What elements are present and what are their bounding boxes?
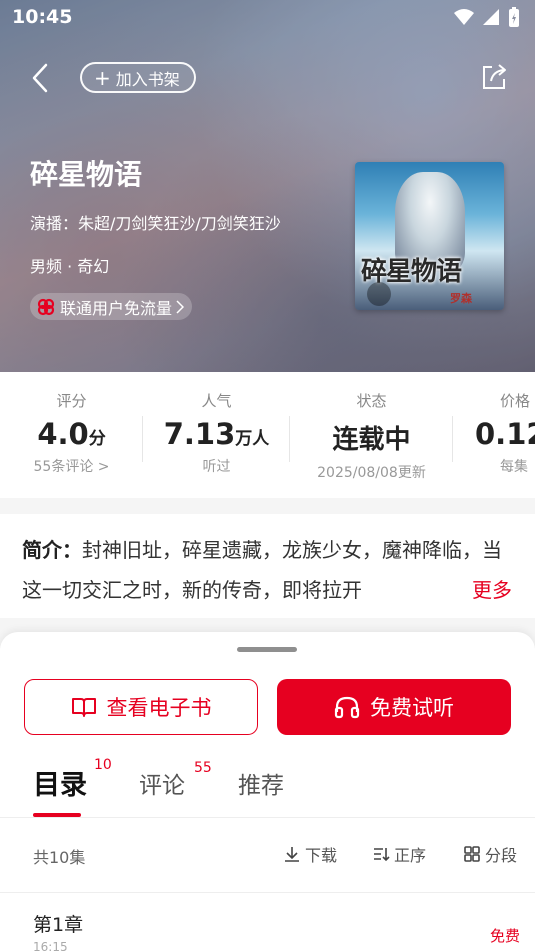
chapter-title: 第1章 xyxy=(33,914,84,936)
add-to-shelf-button[interactable]: + 加入书架 xyxy=(80,62,196,93)
book-title: 碎星物语 xyxy=(30,158,143,191)
wifi-icon xyxy=(454,9,474,25)
tab-catalog[interactable]: 目录 10 xyxy=(33,757,112,802)
intro-text: 封神旧址，碎星遗藏，龙族少女，魔神降临，当这一切交汇之时，新的传奇，即将拉开 xyxy=(22,538,502,602)
chapter-duration: 16:15 xyxy=(33,940,68,951)
stat-value: 连载中 xyxy=(332,425,411,455)
chevron-left-icon xyxy=(32,63,48,93)
intro-heading: 简介： xyxy=(22,538,82,562)
battery-icon xyxy=(509,7,519,27)
narrator-text: 演播：朱超/刀剑笑狂沙/刀剑笑狂沙 xyxy=(30,214,281,233)
stat-sub: 2025/08/08更新 xyxy=(317,465,426,481)
tab-comments[interactable]: 评论 55 xyxy=(139,760,212,800)
sort-order-button[interactable]: 正序 xyxy=(372,842,426,866)
stat-label: 价格 xyxy=(500,392,531,410)
stat-popularity: 人气 7.13万人 听过 xyxy=(143,372,290,498)
stat-price: 价格 0.12 每集 xyxy=(453,372,535,498)
book-icon xyxy=(71,698,96,717)
cover-author: 罗森 xyxy=(450,292,472,305)
book-header: 10:45 + 加入书架 碎星物语 演播：朱超/刀剑笑狂沙/刀剑笑狂沙 男频 ·… xyxy=(0,0,535,372)
sort-icon xyxy=(374,848,390,862)
free-listen-label: 免费试听 xyxy=(370,696,454,720)
cover-play-icon xyxy=(367,282,391,306)
status-icons xyxy=(453,6,521,28)
tab-badge: 55 xyxy=(194,760,212,776)
tab-badge: 10 xyxy=(94,757,112,773)
stats-row: 评分 4.0分 55条评论 > 人气 7.13万人 听过 状态 连载中 2025… xyxy=(0,372,535,498)
stat-value: 7.13万人 xyxy=(163,417,270,451)
stat-sub: 听过 xyxy=(202,459,231,475)
stat-sub: 55条评论 > xyxy=(33,459,110,475)
tab-bar: 目录 10 评论 55 推荐 xyxy=(0,750,535,818)
download-button[interactable]: 下载 xyxy=(283,842,337,866)
chapter-price-badge: 免费 xyxy=(489,927,520,945)
plus-icon: + xyxy=(94,65,111,90)
add-to-shelf-label: 加入书架 xyxy=(115,69,180,89)
status-time: 10:45 xyxy=(12,6,73,28)
stat-label: 状态 xyxy=(356,392,387,410)
book-cover[interactable]: 碎星物语 罗森 xyxy=(355,162,504,310)
stat-value: 0.12 xyxy=(475,417,535,451)
book-intro[interactable]: 简介：封神旧址，碎星遗藏，龙族少女，魔神降临，当这一切交汇之时，新的传奇，即将拉… xyxy=(22,530,517,610)
genre-text: 男频 · 奇幻 xyxy=(30,257,110,276)
stat-sub: 每集 xyxy=(500,459,528,475)
unicom-label: 联通用户免流量 xyxy=(60,298,173,318)
section-gap xyxy=(0,498,535,514)
sheet-drag-handle[interactable] xyxy=(237,647,297,652)
stat-label: 人气 xyxy=(201,392,232,410)
download-icon xyxy=(285,847,299,862)
view-ebook-button[interactable]: 查看电子书 xyxy=(24,679,258,735)
share-button[interactable] xyxy=(479,62,509,92)
tab-recommend[interactable]: 推荐 xyxy=(238,766,284,800)
chevron-right-icon xyxy=(176,299,185,314)
back-button[interactable] xyxy=(26,58,54,98)
chapter-row[interactable]: 第1章 16:15 免费 xyxy=(0,893,535,951)
stat-label: 评分 xyxy=(56,392,87,410)
grid-icon xyxy=(464,846,480,862)
free-listen-button[interactable]: 免费试听 xyxy=(277,679,511,735)
bottom-sheet: 查看电子书 免费试听 目录 10 评论 55 推荐 共10集 下载 正序 分段 … xyxy=(0,632,535,951)
stat-status: 状态 连载中 2025/08/08更新 xyxy=(290,372,453,498)
stat-value: 4.0分 xyxy=(37,417,106,451)
stat-rating[interactable]: 评分 4.0分 55条评论 > xyxy=(0,372,143,498)
headphones-icon xyxy=(334,696,360,719)
catalog-toolbar: 共10集 下载 正序 分段 xyxy=(0,818,535,892)
unicom-free-data-badge[interactable]: 联通用户免流量 xyxy=(30,293,193,320)
unicom-logo-icon xyxy=(37,298,55,315)
segment-button[interactable]: 分段 xyxy=(463,842,517,866)
intro-more-link[interactable]: 更多 xyxy=(432,570,512,610)
signal-icon xyxy=(483,9,499,25)
share-icon xyxy=(483,64,506,89)
episode-count: 共10集 xyxy=(33,848,86,867)
view-ebook-label: 查看电子书 xyxy=(106,696,212,720)
